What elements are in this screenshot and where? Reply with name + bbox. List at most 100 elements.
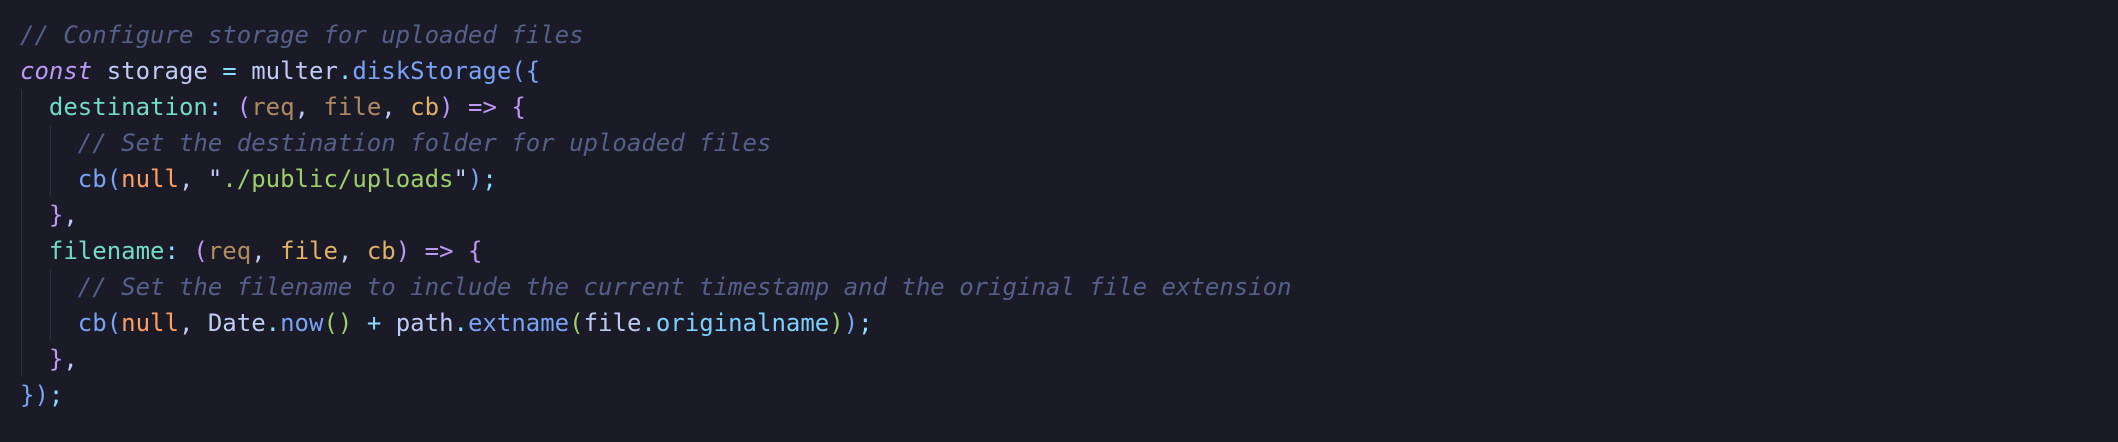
code-token-comment: // Configure storage for uploaded files	[20, 21, 584, 49]
code-token-arrow: =>	[453, 93, 512, 121]
code-token-paren-b: )	[467, 165, 483, 193]
code-token-paren-b: )	[843, 309, 859, 337]
indent-guide	[49, 125, 51, 161]
code-token-null: null	[121, 165, 179, 193]
code-line: filename: (req, file, cb) => {	[20, 233, 2118, 269]
code-line: // Set the destination folder for upload…	[20, 125, 2118, 161]
code-token-brace2: }	[48, 201, 64, 229]
code-token-punct: "	[453, 165, 468, 193]
code-token-fn: now	[280, 309, 324, 337]
code-line: cb(null, Date.now() + path.extname(file.…	[20, 305, 2118, 341]
code-token-op: ;	[48, 381, 64, 409]
code-token-op: :	[164, 237, 194, 265]
code-token-variable: storage	[92, 57, 223, 85]
code-token-brace: }	[20, 381, 35, 409]
code-token-null: null	[121, 309, 179, 337]
code-line: },	[20, 341, 2118, 377]
code-token-paren: ()	[323, 309, 353, 337]
code-token-punct: ,	[251, 237, 281, 265]
code-token-obj: path	[395, 309, 454, 337]
code-token-prop-key: filename	[48, 237, 165, 265]
indent-guide	[21, 341, 22, 377]
code-token-op: ;	[482, 165, 497, 193]
code-token-comment: // Set the destination folder for upload…	[77, 129, 772, 157]
code-token-prop-key: destination	[48, 93, 208, 121]
indent-guide	[21, 89, 22, 125]
code-token-obj: Date	[207, 309, 266, 337]
code-line: cb(null, "./public/uploads");	[20, 161, 2118, 197]
code-token-string: ./public/uploads	[222, 165, 454, 193]
code-token-param-dim: file	[323, 93, 382, 121]
code-token-op: =	[222, 57, 237, 85]
code-token-paren-b: (	[511, 57, 526, 85]
code-token-punct: ,	[63, 201, 78, 229]
code-token-brace2: {	[511, 93, 526, 121]
code-token-comment: // Set the filename to include the curre…	[77, 273, 1292, 301]
code-line: },	[20, 197, 2118, 233]
code-token-punct: ,	[337, 237, 367, 265]
indent-guide	[21, 125, 22, 161]
indent-guide	[21, 305, 22, 341]
code-token-arrow: =>	[410, 237, 468, 265]
code-token-dot: .	[453, 309, 468, 337]
code-token-obj: multer	[236, 57, 338, 85]
code-token-param: cb	[366, 237, 396, 265]
code-token-brace2: {	[467, 237, 483, 265]
code-token-op: ;	[858, 309, 873, 337]
code-token-paren-b: (	[106, 309, 122, 337]
code-token-obj: file	[583, 309, 642, 337]
code-token-brace2: (	[236, 93, 252, 121]
code-token-op: +	[352, 309, 396, 337]
code-token-prop: originalname	[655, 309, 830, 337]
indent-guide	[49, 161, 51, 197]
code-token-punct: ,	[178, 165, 208, 193]
code-token-brace2: (	[193, 237, 208, 265]
code-line: // Configure storage for uploaded files	[20, 17, 2118, 53]
code-token-fn: cb	[77, 309, 107, 337]
code-token-punct: ,	[63, 345, 78, 373]
code-token-brace2: )	[439, 93, 454, 121]
indent-guide	[21, 197, 22, 233]
code-line: // Set the filename to include the curre…	[20, 269, 2118, 305]
code-token-brace2: }	[48, 345, 64, 373]
indent-guide	[21, 233, 22, 269]
code-token-keyword: const	[20, 57, 93, 85]
code-token-param-dim: req	[207, 237, 252, 265]
code-token-punct: ,	[381, 93, 411, 121]
code-token-fn: cb	[77, 165, 107, 193]
code-token-param: cb	[410, 93, 440, 121]
code-token-fn: extname	[467, 309, 570, 337]
code-token-dot: .	[337, 57, 353, 85]
code-line: });	[20, 377, 2118, 413]
indent-guide	[49, 269, 51, 305]
code-token-param: file	[280, 237, 338, 265]
code-token-paren-b: )	[34, 381, 49, 409]
code-editor[interactable]: // Configure storage for uploaded files c…	[0, 0, 2118, 442]
code-token-dot: .	[641, 309, 656, 337]
code-token-param-dim: req	[251, 93, 295, 121]
indent-guide	[21, 269, 22, 305]
code-token-paren-b: (	[106, 165, 122, 193]
code-line: destination: (req, file, cb) => {	[20, 89, 2118, 125]
code-token-brace2: )	[395, 237, 411, 265]
indent-guide	[21, 161, 22, 197]
code-token-punct: "	[207, 165, 223, 193]
code-token-brace: {	[525, 57, 541, 85]
code-token-paren: (	[569, 309, 584, 337]
code-token-punct: ,	[294, 93, 324, 121]
code-token-punct: ,	[178, 309, 208, 337]
code-token-op: :	[207, 93, 237, 121]
code-line: const storage = multer.diskStorage({	[20, 53, 2118, 89]
indent-guide	[49, 305, 51, 341]
code-token-dot: .	[265, 309, 281, 337]
code-token-paren: )	[829, 309, 844, 337]
code-token-fn: diskStorage	[352, 57, 512, 85]
